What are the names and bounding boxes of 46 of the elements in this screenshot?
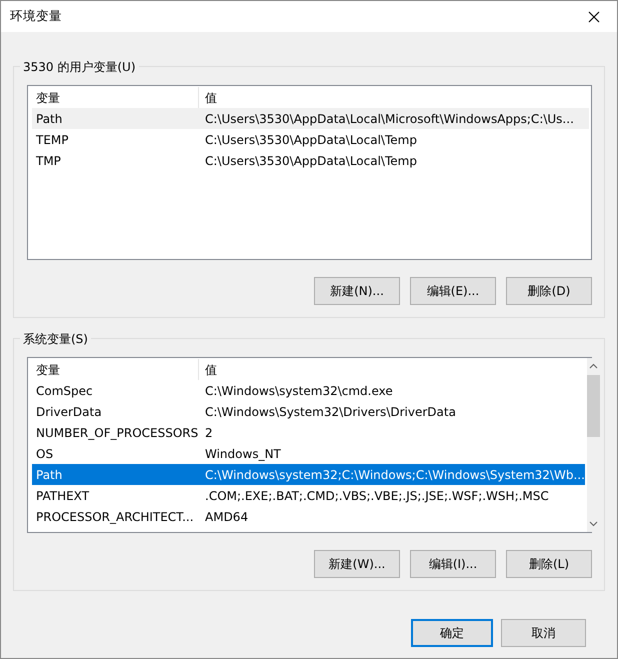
row-text: TMP	[35, 152, 62, 170]
row-text: PROCESSOR_ARCHITECT...	[35, 508, 195, 526]
column-header[interactable]: 值	[199, 88, 589, 106]
close-icon	[588, 10, 600, 22]
row-text: Windows_NT	[204, 446, 282, 462]
action-button[interactable]: 新建(W)...	[314, 550, 400, 578]
row-text: AMD64	[204, 508, 250, 526]
list-row[interactable]: OS Windows_NT	[32, 443, 585, 464]
group-title: 3530 的用户变量(U)	[20, 58, 138, 76]
column-header[interactable]: 变量	[32, 359, 199, 380]
row-text: DriverData	[35, 404, 103, 420]
row-text: PATHEXT	[35, 488, 90, 504]
row-text: C:\Windows\system32;C:\Windows;C:\Windows\System32\Wb...	[204, 466, 585, 484]
scroll-thumb[interactable]	[586, 375, 600, 437]
row-text: Path	[35, 110, 64, 128]
row-text: C:\Windows\system32\cmd.exe	[204, 382, 394, 400]
window-title: 环境变量	[10, 7, 62, 26]
row-text: NUMBER_OF_PROCESSORS	[35, 424, 199, 442]
list-row[interactable]: ComSpec C:\Windows\system32\cmd.exe	[32, 380, 585, 401]
list-row[interactable]: NUMBER_OF_PROCESSORS 2	[32, 422, 585, 443]
ok-button[interactable]: 确定	[411, 619, 493, 647]
group-title: 系统变量(S)	[20, 330, 91, 348]
action-button[interactable]: 删除(D)	[506, 277, 592, 305]
list-row[interactable]: PROCESSOR_ARCHITECT... AMD64	[32, 506, 585, 527]
action-button[interactable]: 新建(N)...	[314, 277, 400, 305]
column-header[interactable]: 值	[199, 360, 585, 378]
row-text: 2	[204, 424, 214, 442]
list-row[interactable]: Path C:\Users\3530\AppData\Local\Microsoft\WindowsApps;C:\Us...	[32, 108, 589, 129]
list-row[interactable]: Path C:\Windows\system32;C:\Windows;C:\Windows\System32\Wb...	[32, 464, 585, 485]
row-text: C:\Users\3530\AppData\Local\Temp	[204, 152, 418, 170]
row-text: OS	[35, 446, 54, 462]
action-button[interactable]: 编辑(I)...	[410, 550, 496, 578]
action-button[interactable]: 编辑(E)...	[410, 277, 496, 305]
row-text: TEMP	[35, 132, 70, 148]
list-row[interactable]: DriverData C:\Windows\System32\Drivers\DriverData	[32, 401, 585, 422]
row-text: C:\Users\3530\AppData\Local\Temp	[204, 132, 418, 148]
row-text: C:\Users\3530\AppData\Local\Microsoft\WindowsApps;C:\Us...	[204, 110, 575, 128]
list-row[interactable]: TMP C:\Users\3530\AppData\Local\Temp	[32, 150, 589, 171]
list-row[interactable]: TEMP C:\Users\3530\AppData\Local\Temp	[32, 129, 589, 150]
action-button[interactable]: 删除(L)	[506, 550, 592, 578]
list-row[interactable]: PATHEXT .COM;.EXE;.BAT;.CMD;.VBS;.VBE;.JS;.JSE;.WSF;.WSH;.MSC	[32, 485, 585, 506]
row-text: .COM;.EXE;.BAT;.CMD;.VBS;.VBE;.JS;.JSE;.WSF;.WSH;.MSC	[204, 488, 550, 504]
row-text: C:\Windows\System32\Drivers\DriverData	[204, 404, 457, 420]
row-text: Path	[35, 466, 64, 484]
row-text: ComSpec	[35, 382, 94, 400]
cancel-button[interactable]: 取消	[501, 619, 586, 647]
